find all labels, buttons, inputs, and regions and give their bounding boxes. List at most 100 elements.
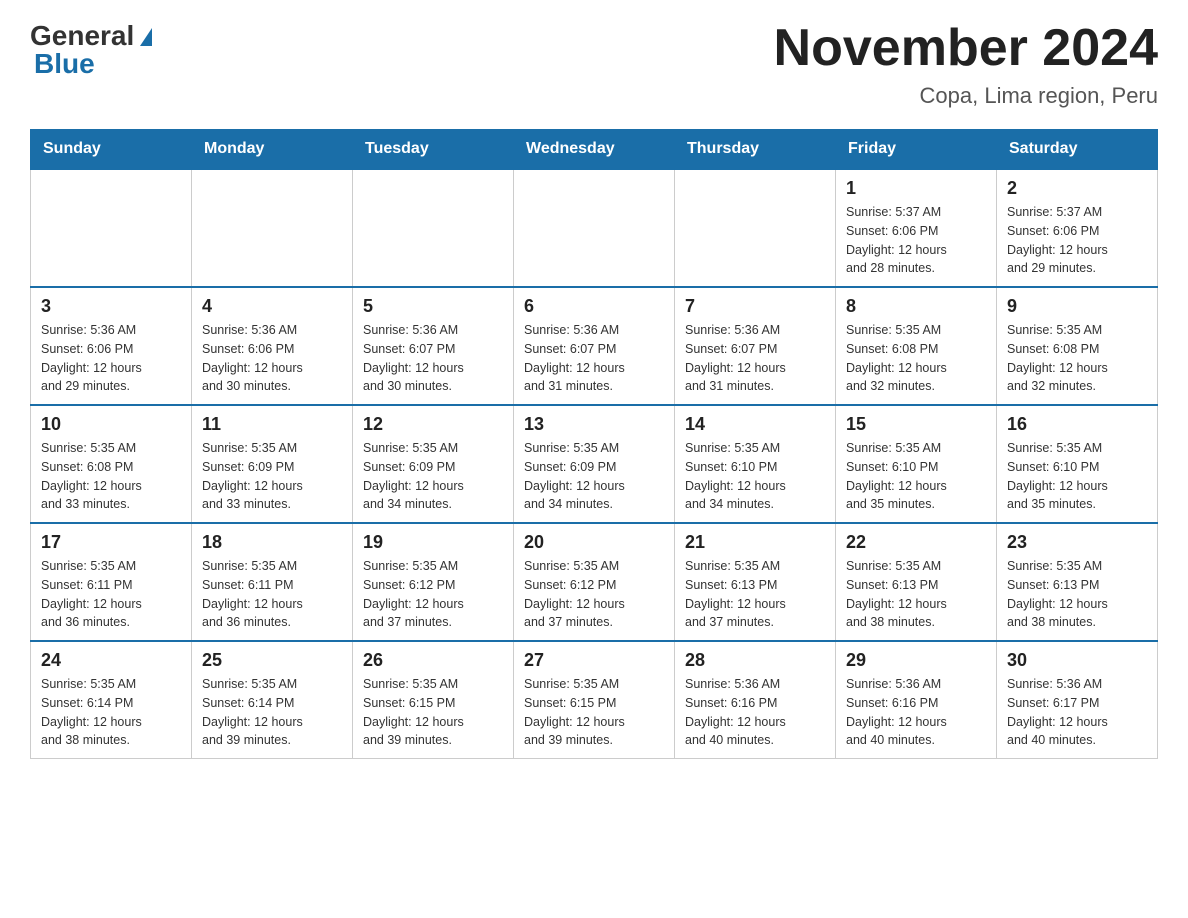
- col-header-sunday: Sunday: [31, 130, 192, 170]
- day-cell: 10 Sunrise: 5:35 AMSunset: 6:08 PMDayligh…: [31, 405, 192, 523]
- day-number: 10: [41, 414, 181, 435]
- day-cell: 5Sunrise: 5:36 AMSunset: 6:07 PMDaylight…: [353, 287, 514, 405]
- col-header-monday: Monday: [192, 130, 353, 170]
- day-info: Sunrise: 5:35 AMSunset: 6:15 PMDaylight:…: [363, 675, 503, 750]
- day-info: Sunrise: 5:35 AMSunset: 6:10 PMDaylight:…: [685, 439, 825, 514]
- day-number: 13: [524, 414, 664, 435]
- day-info: Sunrise: 5:35 AMSunset: 6:12 PMDaylight:…: [363, 557, 503, 632]
- day-info: Sunrise: 5:35 AMSunset: 6:14 PMDaylight:…: [41, 675, 181, 750]
- day-number: 16: [1007, 414, 1147, 435]
- day-number: 20: [524, 532, 664, 553]
- day-cell: 14 Sunrise: 5:35 AMSunset: 6:10 PMDayligh…: [675, 405, 836, 523]
- day-number: 29: [846, 650, 986, 671]
- calendar-header-row: SundayMondayTuesdayWednesdayThursdayFrid…: [31, 130, 1158, 170]
- day-info: Sunrise: 5:35 AMSunset: 6:13 PMDaylight:…: [846, 557, 986, 632]
- day-info: Sunrise: 5:36 AMSunset: 6:16 PMDaylight:…: [685, 675, 825, 750]
- day-number: 14: [685, 414, 825, 435]
- col-header-friday: Friday: [836, 130, 997, 170]
- day-info: Sunrise: 5:36 AMSunset: 6:07 PMDaylight:…: [685, 321, 825, 396]
- day-info: Sunrise: 5:35 AMSunset: 6:13 PMDaylight:…: [1007, 557, 1147, 632]
- day-info: Sunrise: 5:35 AMSunset: 6:08 PMDaylight:…: [41, 439, 181, 514]
- day-cell: 11 Sunrise: 5:35 AMSunset: 6:09 PMDayligh…: [192, 405, 353, 523]
- day-info: Sunrise: 5:35 AMSunset: 6:08 PMDaylight:…: [1007, 321, 1147, 396]
- day-cell: 9 Sunrise: 5:35 AMSunset: 6:08 PMDaylight…: [997, 287, 1158, 405]
- day-cell: 6 Sunrise: 5:36 AMSunset: 6:07 PMDaylight…: [514, 287, 675, 405]
- day-info: Sunrise: 5:37 AMSunset: 6:06 PMDaylight:…: [1007, 203, 1147, 278]
- day-cell: 3 Sunrise: 5:36 AMSunset: 6:06 PMDaylight…: [31, 287, 192, 405]
- week-row-5: 24 Sunrise: 5:35 AMSunset: 6:14 PMDayligh…: [31, 641, 1158, 759]
- col-header-wednesday: Wednesday: [514, 130, 675, 170]
- page-header: General Blue November 2024 Copa, Lima re…: [30, 20, 1158, 109]
- day-number: 11: [202, 414, 342, 435]
- day-cell: [675, 169, 836, 287]
- day-cell: 24 Sunrise: 5:35 AMSunset: 6:14 PMDayligh…: [31, 641, 192, 759]
- calendar-table: SundayMondayTuesdayWednesdayThursdayFrid…: [30, 129, 1158, 759]
- day-cell: 23 Sunrise: 5:35 AMSunset: 6:13 PMDayligh…: [997, 523, 1158, 641]
- day-cell: 4Sunrise: 5:36 AMSunset: 6:06 PMDaylight…: [192, 287, 353, 405]
- day-cell: 26 Sunrise: 5:35 AMSunset: 6:15 PMDayligh…: [353, 641, 514, 759]
- day-number: 28: [685, 650, 825, 671]
- week-row-3: 10 Sunrise: 5:35 AMSunset: 6:08 PMDayligh…: [31, 405, 1158, 523]
- day-number: 17: [41, 532, 181, 553]
- day-number: 26: [363, 650, 503, 671]
- day-number: 22: [846, 532, 986, 553]
- day-info: Sunrise: 5:35 AMSunset: 6:09 PMDaylight:…: [524, 439, 664, 514]
- day-cell: 17Sunrise: 5:35 AMSunset: 6:11 PMDayligh…: [31, 523, 192, 641]
- col-header-saturday: Saturday: [997, 130, 1158, 170]
- day-cell: 19Sunrise: 5:35 AMSunset: 6:12 PMDayligh…: [353, 523, 514, 641]
- day-number: 8: [846, 296, 986, 317]
- day-cell: 12 Sunrise: 5:35 AMSunset: 6:09 PMDayligh…: [353, 405, 514, 523]
- week-row-4: 17 Sunrise: 5:35 AMSunset: 6:11 PMDayligh…: [31, 523, 1158, 641]
- day-cell: 21 Sunrise: 5:35 AMSunset: 6:13 PMDayligh…: [675, 523, 836, 641]
- day-number: 23: [1007, 532, 1147, 553]
- day-number: 7: [685, 296, 825, 317]
- day-cell: 18 Sunrise: 5:35 AMSunset: 6:11 PMDayligh…: [192, 523, 353, 641]
- day-cell: 29 Sunrise: 5:36 AMSunset: 6:16 PMDayligh…: [836, 641, 997, 759]
- day-number: 3: [41, 296, 181, 317]
- day-info: Sunrise: 5:36 AMSunset: 6:06 PMDaylight:…: [41, 321, 181, 396]
- day-cell: [192, 169, 353, 287]
- day-cell: 28 Sunrise: 5:36 AMSunset: 6:16 PMDayligh…: [675, 641, 836, 759]
- day-info: Sunrise: 5:36 AMSunset: 6:06 PMDaylight:…: [202, 321, 342, 396]
- day-info: Sunrise: 5:35 AMSunset: 6:10 PMDaylight:…: [1007, 439, 1147, 514]
- col-header-thursday: Thursday: [675, 130, 836, 170]
- title-block: November 2024 Copa, Lima region, Peru: [774, 20, 1158, 109]
- day-info: Sunrise: 5:36 AMSunset: 6:07 PMDaylight:…: [524, 321, 664, 396]
- day-info: Sunrise: 5:35 AMSunset: 6:11 PMDaylight:…: [202, 557, 342, 632]
- day-info: Sunrise: 5:37 AMSunset: 6:06 PMDaylight:…: [846, 203, 986, 278]
- day-number: 9: [1007, 296, 1147, 317]
- day-cell: 27Sunrise: 5:35 AMSunset: 6:15 PMDayligh…: [514, 641, 675, 759]
- day-cell: 8Sunrise: 5:35 AMSunset: 6:08 PMDaylight…: [836, 287, 997, 405]
- day-cell: 25Sunrise: 5:35 AMSunset: 6:14 PMDayligh…: [192, 641, 353, 759]
- day-info: Sunrise: 5:35 AMSunset: 6:09 PMDaylight:…: [363, 439, 503, 514]
- day-cell: 20 Sunrise: 5:35 AMSunset: 6:12 PMDayligh…: [514, 523, 675, 641]
- day-number: 6: [524, 296, 664, 317]
- day-number: 5: [363, 296, 503, 317]
- day-number: 25: [202, 650, 342, 671]
- day-number: 12: [363, 414, 503, 435]
- day-cell: 7 Sunrise: 5:36 AMSunset: 6:07 PMDaylight…: [675, 287, 836, 405]
- day-info: Sunrise: 5:35 AMSunset: 6:12 PMDaylight:…: [524, 557, 664, 632]
- location-title: Copa, Lima region, Peru: [774, 83, 1158, 109]
- day-cell: 15Sunrise: 5:35 AMSunset: 6:10 PMDayligh…: [836, 405, 997, 523]
- day-cell: [31, 169, 192, 287]
- week-row-2: 3 Sunrise: 5:36 AMSunset: 6:06 PMDaylight…: [31, 287, 1158, 405]
- logo-blue-text: Blue: [34, 48, 95, 80]
- logo: General Blue: [30, 20, 152, 80]
- day-info: Sunrise: 5:36 AMSunset: 6:17 PMDaylight:…: [1007, 675, 1147, 750]
- day-cell: 22 Sunrise: 5:35 AMSunset: 6:13 PMDayligh…: [836, 523, 997, 641]
- day-info: Sunrise: 5:35 AMSunset: 6:10 PMDaylight:…: [846, 439, 986, 514]
- day-info: Sunrise: 5:35 AMSunset: 6:13 PMDaylight:…: [685, 557, 825, 632]
- day-number: 30: [1007, 650, 1147, 671]
- logo-triangle-icon: [140, 28, 152, 46]
- day-cell: 2Sunrise: 5:37 AMSunset: 6:06 PMDaylight…: [997, 169, 1158, 287]
- day-cell: [353, 169, 514, 287]
- day-info: Sunrise: 5:35 AMSunset: 6:09 PMDaylight:…: [202, 439, 342, 514]
- day-info: Sunrise: 5:36 AMSunset: 6:16 PMDaylight:…: [846, 675, 986, 750]
- day-number: 24: [41, 650, 181, 671]
- day-number: 27: [524, 650, 664, 671]
- day-number: 18: [202, 532, 342, 553]
- day-cell: [514, 169, 675, 287]
- day-number: 1: [846, 178, 986, 199]
- day-number: 21: [685, 532, 825, 553]
